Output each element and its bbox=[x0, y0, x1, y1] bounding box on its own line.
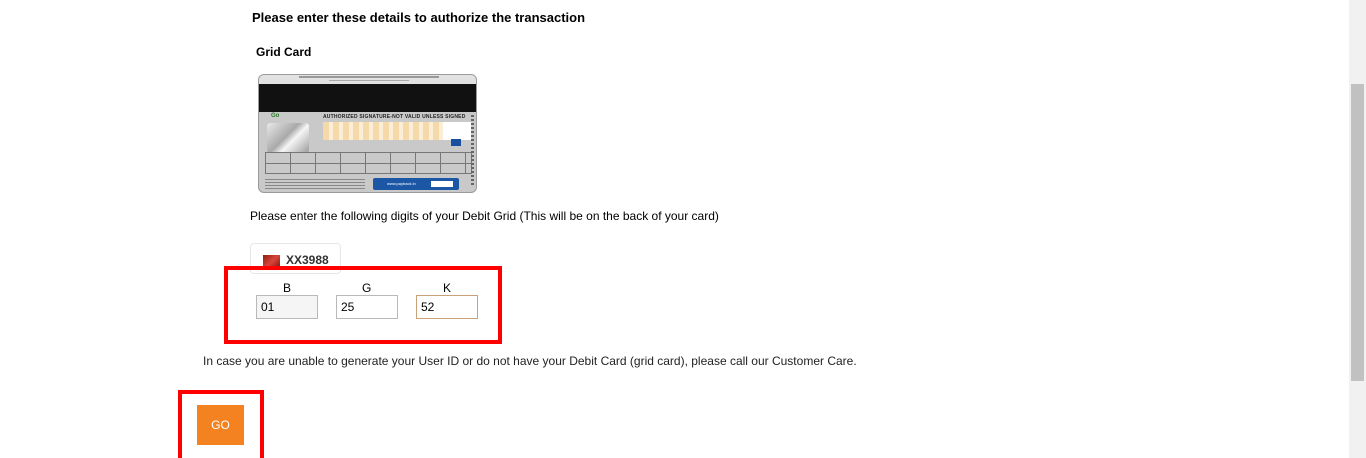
hologram-icon bbox=[267, 123, 309, 153]
card-banner-logo bbox=[431, 181, 453, 187]
page-heading: Please enter these details to authorize … bbox=[252, 10, 586, 25]
card-flag-icon bbox=[263, 255, 280, 266]
grid-label-k: K bbox=[443, 281, 452, 295]
grid-label-b: B bbox=[283, 281, 292, 295]
card-signature-panel bbox=[323, 122, 443, 140]
card-blue-banner: www.payback.in bbox=[373, 178, 459, 190]
scrollbar-thumb[interactable] bbox=[1351, 84, 1364, 381]
account-number: XX3988 bbox=[286, 253, 329, 267]
card-top-fine-print bbox=[299, 76, 439, 78]
grid-input-g[interactable] bbox=[336, 295, 398, 319]
grid-input-b[interactable] bbox=[256, 295, 318, 319]
card-badge-icon bbox=[451, 139, 461, 146]
go-button[interactable]: GO bbox=[197, 405, 244, 445]
grid-card-title: Grid Card bbox=[256, 45, 312, 59]
card-website: www.payback.in bbox=[387, 181, 416, 186]
grid-input-k[interactable] bbox=[416, 295, 478, 319]
card-top-fine-print-2 bbox=[329, 80, 409, 81]
grid-label-g: G bbox=[362, 281, 372, 295]
card-magnetic-stripe bbox=[259, 84, 476, 112]
grid-instructions: Please enter the following digits of you… bbox=[250, 209, 719, 223]
card-fine-print bbox=[265, 177, 365, 189]
card-grid-table bbox=[265, 152, 472, 174]
card-cvv-box bbox=[443, 122, 471, 140]
grid-card-image: Go AUTHORIZED SIGNATURE-NOT VALID UNLESS… bbox=[258, 74, 477, 193]
customer-care-note: In case you are unable to generate your … bbox=[203, 354, 857, 368]
card-logo: Go bbox=[271, 113, 280, 119]
card-signature-title: AUTHORIZED SIGNATURE-NOT VALID UNLESS SI… bbox=[323, 114, 466, 120]
card-side-text bbox=[471, 115, 474, 185]
